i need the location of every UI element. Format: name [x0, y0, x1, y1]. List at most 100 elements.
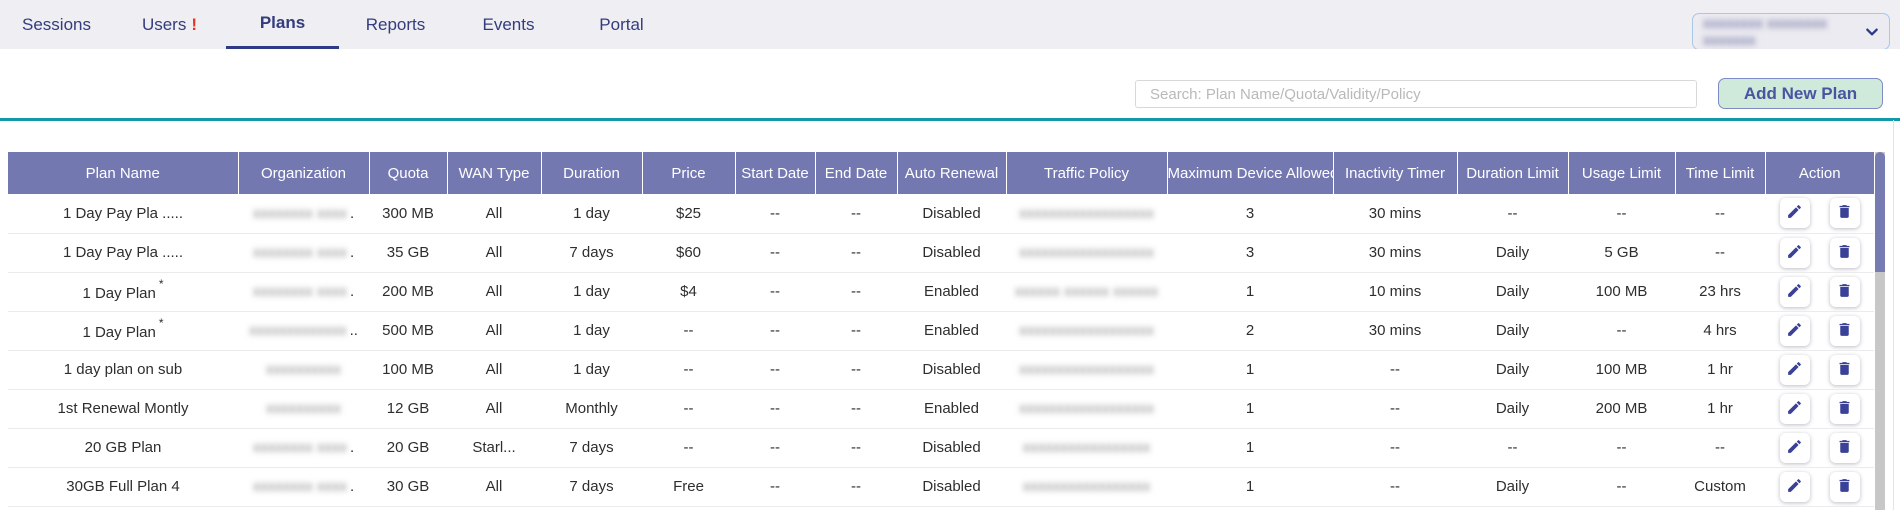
column-header-plan-name: Plan Name [8, 152, 238, 194]
edit-plan-button[interactable] [1780, 277, 1810, 307]
cell-usage-limit: 100 MB [1568, 350, 1675, 389]
table-row: 1 Day Plan*xxxxxxxxxxxxx..500 MBAll1 day… [8, 311, 1874, 350]
cell-wan-type: All [447, 194, 541, 233]
cell-usage-limit: -- [1568, 467, 1675, 506]
scrollbar-thumb[interactable] [1875, 152, 1885, 272]
cell-inactivity-timer: 30 mins [1333, 194, 1457, 233]
cell-start-date: -- [735, 389, 815, 428]
delete-plan-button[interactable] [1830, 198, 1860, 228]
cell-action [1765, 428, 1874, 467]
cell-start-date: -- [735, 350, 815, 389]
cell-organization: xxxxxxxx xxxx. [238, 467, 369, 506]
cell-duration: Monthly [541, 389, 642, 428]
cell-auto-renewal: Disabled [897, 428, 1006, 467]
table-row: 1 day plan on subxxxxxxxxxx100 MBAll1 da… [8, 350, 1874, 389]
cell-quota: 300 MB [369, 194, 447, 233]
cell-usage-limit: 5 GB [1568, 233, 1675, 272]
edit-plan-button[interactable] [1780, 472, 1810, 502]
delete-icon [1836, 321, 1853, 341]
edit-plan-button[interactable] [1780, 198, 1810, 228]
cell-organization: xxxxxxxx xxxx. [238, 272, 369, 311]
cell-quota: 200 MB [369, 272, 447, 311]
edit-icon [1786, 282, 1803, 302]
cell-auto-renewal: Disabled [897, 467, 1006, 506]
redacted-text: xxxxxxxx xxxx [253, 439, 347, 456]
cell-time-limit: 23 hrs [1675, 272, 1765, 311]
edit-plan-button[interactable] [1780, 394, 1810, 424]
organization-dropdown[interactable]: xxxxxxxx xxxxxxxx xxxxxxx [1692, 13, 1890, 50]
nav-tabs: Sessions Users ! Plans Reports Events Po… [0, 0, 1900, 49]
redacted-text: xxxxxxxxxx [266, 361, 341, 378]
cell-usage-limit: -- [1568, 194, 1675, 233]
column-header-maximum-device-allowed: Maximum Device Allowed [1167, 152, 1333, 194]
tab-events[interactable]: Events [452, 0, 565, 49]
delete-plan-button[interactable] [1830, 316, 1860, 346]
edit-plan-button[interactable] [1780, 355, 1810, 385]
cell-duration-limit: -- [1457, 194, 1568, 233]
cell-organization: xxxxxxxxxx [238, 389, 369, 428]
add-new-plan-button[interactable]: Add New Plan [1718, 78, 1883, 109]
delete-plan-button[interactable] [1830, 472, 1860, 502]
cell-plan-name: 1 Day Plan* [8, 311, 238, 350]
cell-plan-name: 1 Day Plan* [8, 272, 238, 311]
cell-quota: 100 MB [369, 350, 447, 389]
edit-plan-button[interactable] [1780, 316, 1810, 346]
cell-time-limit: -- [1675, 233, 1765, 272]
cell-duration: 1 day [541, 194, 642, 233]
cell-plan-name: 1 day plan on sub [8, 350, 238, 389]
cell-wan-type: All [447, 389, 541, 428]
users-alert-badge: ! [191, 15, 197, 35]
cell-end-date: -- [815, 428, 897, 467]
delete-plan-button[interactable] [1830, 394, 1860, 424]
cell-action [1765, 467, 1874, 506]
truncation-dots: . [350, 244, 354, 261]
column-header-quota: Quota [369, 152, 447, 194]
cell-duration-limit: Daily [1457, 467, 1568, 506]
tab-events-label: Events [483, 15, 535, 35]
cell-inactivity-timer: -- [1333, 350, 1457, 389]
cell-quota: 500 MB [369, 311, 447, 350]
cell-plan-name: 1st Renewal Montly [8, 389, 238, 428]
cell-action [1765, 389, 1874, 428]
delete-plan-button[interactable] [1830, 433, 1860, 463]
column-header-duration-limit: Duration Limit [1457, 152, 1568, 194]
cell-inactivity-timer: -- [1333, 467, 1457, 506]
table-row: 1 Day Plan*xxxxxxxx xxxx.200 MBAll1 day$… [8, 272, 1874, 311]
tab-reports[interactable]: Reports [339, 0, 452, 49]
redacted-text: xxxxxxxx xxxx [253, 283, 347, 300]
cell-usage-limit: 200 MB [1568, 389, 1675, 428]
edit-icon [1786, 477, 1803, 497]
cell-wan-type: All [447, 272, 541, 311]
cell-duration: 7 days [541, 467, 642, 506]
cell-wan-type: Starl... [447, 428, 541, 467]
edit-plan-button[interactable] [1780, 238, 1810, 268]
tab-sessions[interactable]: Sessions [0, 0, 113, 49]
cell-wan-type: All [447, 311, 541, 350]
cell-max-devices: 3 [1167, 194, 1333, 233]
tab-plans-label: Plans [260, 13, 305, 33]
cell-duration-limit: Daily [1457, 272, 1568, 311]
cell-quota: 12 GB [369, 389, 447, 428]
column-header-duration: Duration [541, 152, 642, 194]
cell-max-devices: 3 [1167, 233, 1333, 272]
delete-plan-button[interactable] [1830, 355, 1860, 385]
delete-plan-button[interactable] [1830, 238, 1860, 268]
cell-action [1765, 233, 1874, 272]
cell-max-devices: 2 [1167, 311, 1333, 350]
cell-organization: xxxxxxxx xxxx. [238, 233, 369, 272]
delete-plan-button[interactable] [1830, 277, 1860, 307]
vertical-scrollbar[interactable] [1875, 152, 1885, 510]
cell-duration-limit: Daily [1457, 350, 1568, 389]
table-row: 1 Day Pay Pla .....xxxxxxxx xxxx.35 GBAl… [8, 233, 1874, 272]
plan-asterisk: * [159, 277, 164, 291]
tab-portal[interactable]: Portal [565, 0, 678, 49]
edit-plan-button[interactable] [1780, 433, 1810, 463]
edit-icon [1786, 203, 1803, 223]
tab-users[interactable]: Users ! [113, 0, 226, 49]
cell-organization: xxxxxxxx xxxx. [238, 194, 369, 233]
cell-auto-renewal: Disabled [897, 233, 1006, 272]
truncation-dots: . [350, 478, 354, 495]
cell-auto-renewal: Disabled [897, 350, 1006, 389]
search-input[interactable] [1135, 80, 1697, 108]
tab-plans[interactable]: Plans [226, 0, 339, 49]
